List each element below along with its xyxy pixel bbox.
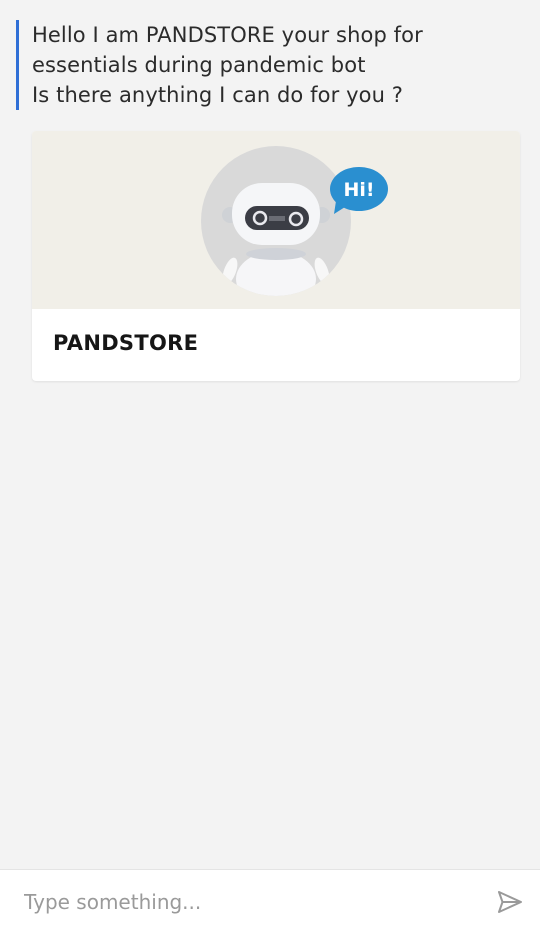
bot-message-line: essentials during pandemic bot: [32, 53, 366, 77]
bot-message: Hello I am PANDSTORE your shop for essen…: [16, 20, 532, 110]
send-icon: [498, 891, 522, 913]
bot-message-line: Hello I am PANDSTORE your shop for: [32, 23, 423, 47]
speech-bubble-text: Hi!: [343, 179, 374, 201]
bot-card[interactable]: Hi! PANDSTORE: [32, 131, 520, 381]
robot-hi-illustration: Hi!: [201, 146, 388, 296]
card-title: PANDSTORE: [53, 331, 199, 355]
send-button[interactable]: [496, 888, 524, 916]
message-composer: [0, 869, 540, 933]
chat-area: Hello I am PANDSTORE your shop for essen…: [0, 0, 540, 869]
bot-message-line: Is there anything I can do for you ?: [32, 83, 404, 107]
card-image: Hi!: [32, 131, 520, 309]
message-input[interactable]: [22, 884, 466, 920]
